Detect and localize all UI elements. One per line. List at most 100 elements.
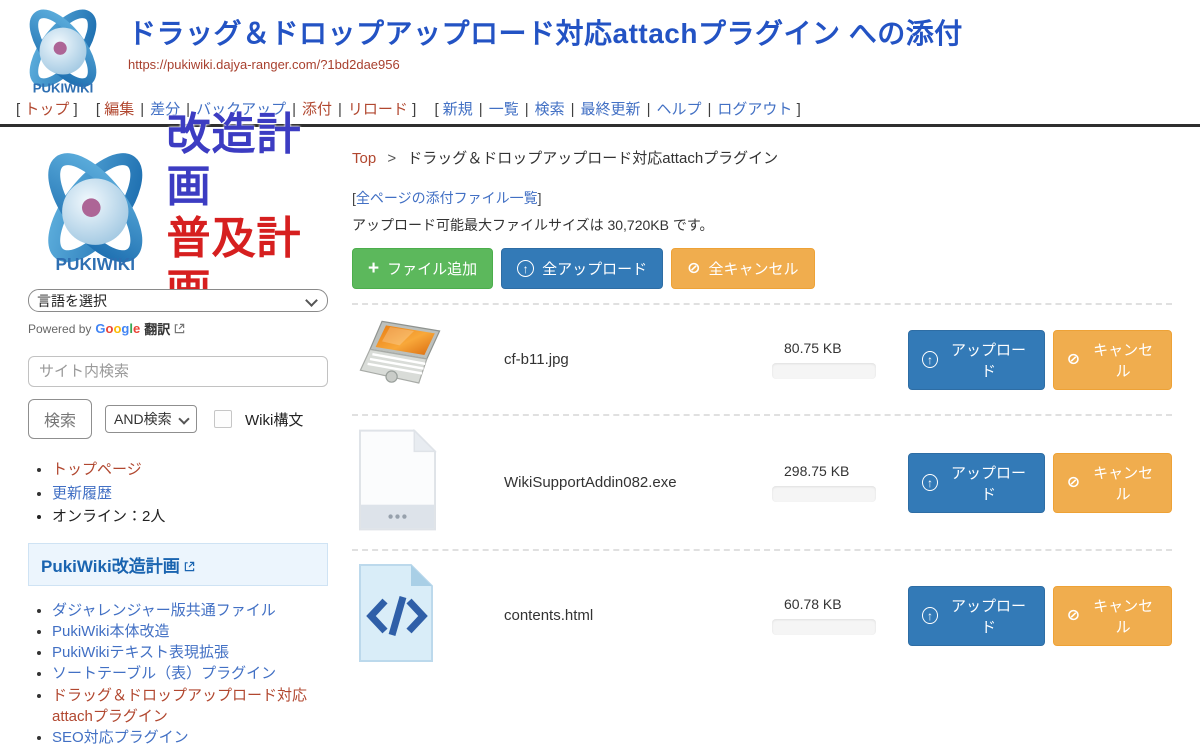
file-actions: ↑ アップロード ⊘ キャンセル (908, 453, 1172, 513)
file-size: 298.75 KB (784, 463, 894, 479)
ban-icon: ⊘ (1067, 475, 1080, 491)
file-thumbnail-generic (352, 428, 504, 537)
nav-item-help[interactable]: ヘルプ (656, 101, 701, 118)
list-item: SEO対応プラグイン (52, 727, 338, 748)
translate-label[interactable]: 翻訳 (144, 319, 170, 338)
sidebar-item-toppage[interactable]: トップページ (52, 461, 142, 478)
breadcrumb-root[interactable]: Top (352, 150, 376, 167)
upload-icon: ↑ (922, 607, 938, 624)
laptop-photo-icon (358, 317, 462, 397)
logo-wordmark: PUKIWIKI (33, 80, 94, 95)
file-actions: ↑ アップロード ⊘ キャンセル (908, 330, 1172, 390)
site-search-input[interactable] (28, 356, 328, 387)
upload-file-list: cf-b11.jpg 80.75 KB ↑ アップロード ⊘ キャンセル (352, 303, 1200, 680)
sidebar-quick-links: トップページ 更新履歴 オンライン：2人 (28, 459, 328, 529)
file-thumbnail-laptop (352, 317, 504, 402)
upload-button[interactable]: ↑ アップロード (908, 586, 1045, 646)
list-item: ドラッグ＆ドロップアップロード対応attachプラグイン (52, 685, 338, 728)
list-item: 更新履歴 (52, 483, 328, 506)
generic-file-icon (358, 428, 437, 532)
language-select-wrap: 言語を選択 (28, 289, 328, 312)
search-mode-select[interactable]: AND検索 (105, 405, 197, 433)
ban-icon: ⊘ (1067, 608, 1080, 624)
atom-logo-icon: PUKIWIKI (16, 6, 110, 98)
progress-bar (772, 619, 876, 635)
upload-icon: ↑ (922, 351, 938, 368)
cancel-button[interactable]: ⊘ キャンセル (1053, 330, 1172, 390)
upload-icon: ↑ (517, 260, 534, 277)
search-mode-wrap: AND検索 (105, 405, 197, 433)
file-name: contents.html (504, 607, 772, 624)
list-item: ダジャレンジャー版共通ファイル (52, 600, 338, 621)
list-item: PukiWiki本体改造 (52, 621, 338, 642)
wiki-syntax-checkbox[interactable] (214, 410, 232, 428)
sidebar-item-sort-table[interactable]: ソートテーブル（表）プラグイン (52, 665, 276, 682)
nav-item-top[interactable]: トップ (24, 101, 69, 118)
max-filesize-text: アップロード可能最大ファイルサイズは 30,720KB です。 (352, 215, 1200, 235)
google-wordmark: Google (95, 321, 140, 336)
sidebar-item-online-count: オンライン：2人 (52, 506, 328, 529)
sidebar-banner[interactable]: PUKIWIKI 改造計画 普及計画 (28, 147, 328, 279)
cancel-button[interactable]: ⊘ キャンセル (1053, 453, 1172, 513)
file-name: WikiSupportAddin082.exe (504, 474, 772, 491)
nav-item-list[interactable]: 一覧 (489, 101, 519, 118)
upload-icon: ↑ (922, 474, 938, 491)
nav-item-recent[interactable]: 最終更新 (581, 101, 641, 118)
upload-button[interactable]: ↑ アップロード (908, 330, 1045, 390)
sidebar-item-recent-changes[interactable]: 更新履歴 (52, 485, 112, 502)
upload-all-button[interactable]: ↑ 全アップロード (501, 248, 663, 289)
file-size: 60.78 KB (784, 596, 894, 612)
file-meta: 60.78 KB (772, 596, 894, 635)
wiki-syntax-label: Wiki構文 (245, 409, 303, 430)
sidebar-section-title[interactable]: PukiWiki改造計画 (28, 543, 328, 586)
nav-item-edit[interactable]: 編集 (104, 101, 134, 118)
breadcrumb-current: ドラッグ＆ドロップアップロード対応attachプラグイン (407, 150, 778, 167)
table-row: cf-b11.jpg 80.75 KB ↑ アップロード ⊘ キャンセル (352, 303, 1172, 414)
all-pages-attach-link[interactable]: 全ページの添付ファイル一覧 (356, 190, 538, 206)
breadcrumb: Top > ドラッグ＆ドロップアップロード対応attachプラグイン (352, 147, 1200, 168)
file-actions: ↑ アップロード ⊘ キャンセル (908, 586, 1172, 646)
nav-item-reload[interactable]: リロード (348, 101, 408, 118)
page-url[interactable]: https://pukiwiki.dajya-ranger.com/?1bd2d… (128, 57, 1200, 72)
table-row: contents.html 60.78 KB ↑ アップロード ⊘ キャンセル (352, 549, 1172, 680)
page-title: ドラッグ＆ドロップアップロード対応attachプラグイン への添付 (128, 18, 1200, 50)
external-link-icon (184, 561, 195, 572)
banner-text: 改造計画 普及計画 (167, 109, 328, 317)
powered-by-google: Powered by Google 翻訳 (28, 319, 328, 338)
table-row: WikiSupportAddin082.exe 298.75 KB ↑ アップロ… (352, 414, 1172, 549)
file-meta: 298.75 KB (772, 463, 894, 502)
logo-wordmark: PUKIWIKI (56, 254, 135, 274)
add-file-button[interactable]: + ファイル追加 (352, 248, 493, 289)
list-item: トップページ (52, 459, 328, 482)
nav-item-search[interactable]: 検索 (535, 101, 565, 118)
attach-list-line: [全ページの添付ファイル一覧] (352, 188, 1200, 208)
nav-item-logout[interactable]: ログアウト (717, 101, 792, 118)
ban-icon: ⊘ (687, 261, 700, 277)
sidebar-item-common-files[interactable]: ダジャレンジャー版共通ファイル (52, 602, 276, 619)
banner-line-kaizou: 改造計画 (167, 109, 328, 213)
progress-bar (772, 486, 876, 502)
cancel-button[interactable]: ⊘ キャンセル (1053, 586, 1172, 646)
pukiwiki-logo-icon[interactable]: PUKIWIKI (16, 6, 110, 103)
cancel-all-button[interactable]: ⊘ 全キャンセル (671, 248, 814, 289)
atom-logo-icon: PUKIWIKI (28, 148, 163, 278)
nav-item-new[interactable]: 新規 (443, 101, 473, 118)
sidebar-plugin-links: ダジャレンジャー版共通ファイル PukiWiki本体改造 PukiWikiテキス… (28, 600, 338, 749)
list-item: ソートテーブル（表）プラグイン (52, 663, 338, 684)
file-size: 80.75 KB (784, 340, 894, 356)
main-content: Top > ドラッグ＆ドロップアップロード対応attachプラグイン [全ページ… (332, 127, 1200, 749)
sidebar-item-text-ext[interactable]: PukiWikiテキスト表現拡張 (52, 644, 229, 661)
search-button[interactable]: 検索 (28, 399, 92, 439)
sidebar-item-seo-plugin[interactable]: SEO対応プラグイン (52, 729, 189, 746)
plus-icon: + (368, 260, 379, 277)
external-link-icon (174, 323, 185, 334)
html-file-icon (358, 563, 434, 663)
upload-button[interactable]: ↑ アップロード (908, 453, 1045, 513)
page-header: PUKIWIKI ドラッグ＆ドロップアップロード対応attachプラグイン への… (0, 0, 1200, 96)
sidebar-item-dnd-attach[interactable]: ドラッグ＆ドロップアップロード対応attachプラグイン (52, 687, 307, 725)
bulk-actions: + ファイル追加 ↑ 全アップロード ⊘ 全キャンセル (352, 248, 1200, 289)
progress-bar (772, 363, 876, 379)
language-select[interactable]: 言語を選択 (28, 289, 328, 312)
ban-icon: ⊘ (1067, 352, 1080, 368)
sidebar-item-core-mod[interactable]: PukiWiki本体改造 (52, 623, 170, 640)
